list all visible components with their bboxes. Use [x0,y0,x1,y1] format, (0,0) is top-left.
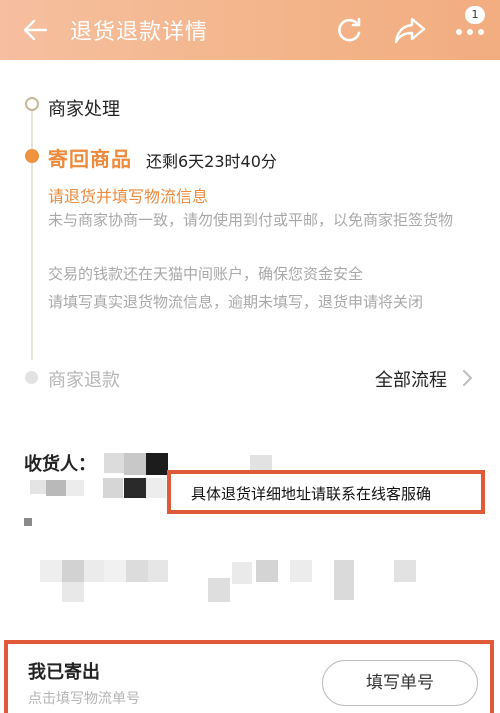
note-funds-safe: 交易的钱款还在天猫中间账户，确保您资金安全 [48,265,364,283]
shipped-title: 我已寄出 [28,662,100,683]
note-no-cod: 未与商家协商一致，请勿使用到付或平邮，以免商家拒签货物 [48,211,454,229]
share-icon[interactable] [394,15,426,45]
note-fill-logistics: 请填写真实退货物流信息，逾期未填写，退货申请将关闭 [48,293,424,311]
return-instruction: 请退货并填写物流信息 [48,187,209,206]
step-merchant-refund: 商家退款 [48,370,120,391]
refresh-icon[interactable] [334,15,364,45]
recipient-label: 收货人： [24,454,96,475]
countdown-timer: 还剩6天23时40分 [146,152,277,171]
all-flow-link[interactable]: 全部流程 [375,366,447,392]
shipped-hint: 点击填写物流单号 [28,691,140,707]
notification-badge: 1 [465,6,485,24]
address-note: 具体退货详细地址请联系在线客服确 [191,485,432,503]
more-icon[interactable] [455,28,485,36]
chevron-right-icon[interactable] [460,369,474,387]
timeline-dot-pending [25,371,38,384]
address-highlight-box: 具体退货详细地址请联系在线客服确 [167,470,485,514]
step-return-goods: 寄回商品 [48,147,132,171]
shipping-section: 我已寄出 点击填写物流单号 填写单号 [4,640,494,713]
timeline-line [31,110,33,360]
fill-tracking-number-button[interactable]: 填写单号 [322,660,478,706]
header-bar: 退货退款详情 1 [0,0,500,60]
page-title: 退货退款详情 [70,20,209,45]
timeline-dot-completed [25,97,39,111]
timeline-dot-active [25,149,39,163]
back-arrow-icon[interactable] [22,17,48,43]
step-merchant-process: 商家处理 [48,99,120,120]
